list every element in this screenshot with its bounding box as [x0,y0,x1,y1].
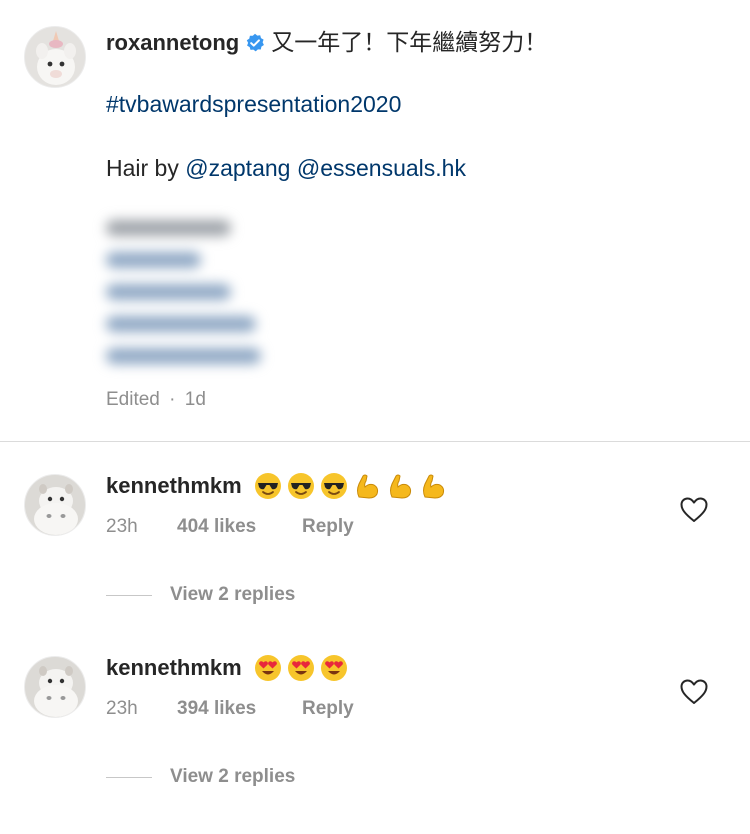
comment-username[interactable]: kennethmkm [106,655,242,681]
heart-eyes-emoji-icon [320,654,348,682]
comment-time: 23h [106,516,138,537]
hair-credit-label: Hair by [106,155,179,181]
reply-button[interactable]: Reply [302,516,354,538]
heart-eyes-emoji-icon [254,654,282,682]
caption-divider [0,441,750,442]
heart-eyes-emoji-icon [287,654,315,682]
sunglasses-emoji-icon [320,472,348,500]
reply-button[interactable]: Reply [302,698,354,720]
hashtag-link[interactable]: #tvbawardspresentation2020 [106,90,401,118]
replies-divider-line [106,776,152,778]
flexed-biceps-emoji-icon [419,472,447,500]
post-age: 1d [184,389,206,410]
flexed-biceps-emoji-icon [353,472,381,500]
replies-divider-line [106,594,152,596]
mention-link-essensuals[interactable]: @essensuals.hk [297,155,466,181]
hair-credit-line: Hair by @zaptang @essensuals.hk [106,154,466,182]
comment-header: kennethmkm [106,472,447,500]
post-caption: roxannetong 又一年了！下年繼續努力！ #tvbawardspresen… [0,0,750,440]
post-edited-meta: Edited · 1d [106,389,206,411]
comment-item: kennethmkm 23h 394 likes Reply View 2 repl… [0,654,750,834]
like-heart-icon[interactable] [680,497,708,523]
post-author-avatar[interactable] [24,26,86,88]
comment-item: kennethmkm 23h 404 likes Reply View 2 repl… [0,472,750,652]
view-replies-label[interactable]: View 2 replies [170,766,295,788]
hippo-plush-icon [25,475,85,535]
comment-username[interactable]: kennethmkm [106,473,242,499]
caption-first-line: roxannetong 又一年了！下年繼續努力！ [106,28,547,59]
post-username[interactable]: roxannetong [106,30,239,55]
blurred-credits [106,220,276,380]
view-replies-link[interactable]: View 2 replies [106,584,295,606]
meta-dot: · [169,389,176,410]
commenter-avatar[interactable] [24,656,86,718]
verified-badge-icon [245,31,265,59]
hippo-plush-icon [25,657,85,717]
view-replies-link[interactable]: View 2 replies [106,766,295,788]
comment-header: kennethmkm [106,654,348,682]
comment-likes[interactable]: 394 likes [177,698,302,720]
edited-label: Edited [106,389,160,410]
view-replies-label[interactable]: View 2 replies [170,584,295,606]
flexed-biceps-emoji-icon [386,472,414,500]
comment-meta: 23h 404 likes Reply [106,516,354,538]
mention-link-zaptang[interactable]: @zaptang [185,155,290,181]
commenter-avatar[interactable] [24,474,86,536]
caption-text: 又一年了！下年繼續努力！ [271,29,548,55]
sunglasses-emoji-icon [287,472,315,500]
like-heart-icon[interactable] [680,679,708,705]
comment-likes[interactable]: 404 likes [177,516,302,538]
comment-meta: 23h 394 likes Reply [106,698,354,720]
unicorn-plush-icon [25,27,85,87]
comment-time: 23h [106,698,138,719]
sunglasses-emoji-icon [254,472,282,500]
